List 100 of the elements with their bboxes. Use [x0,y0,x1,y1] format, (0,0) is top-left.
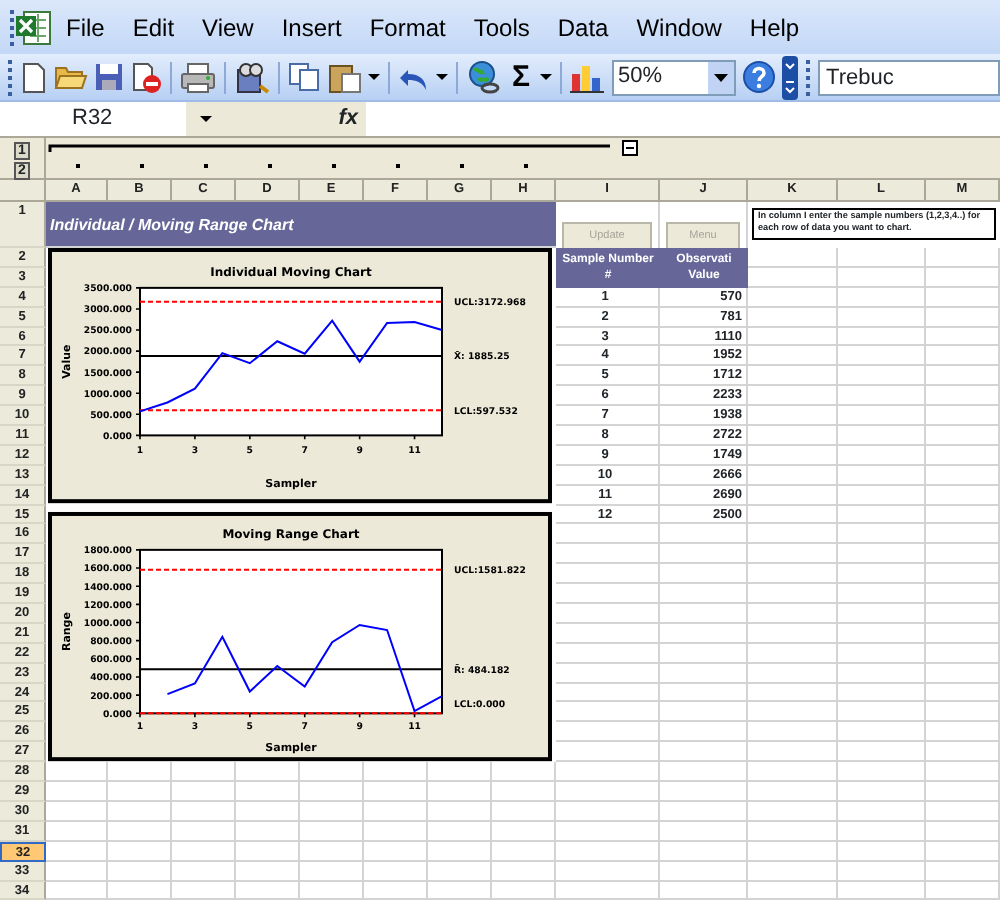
table-cell[interactable] [300,782,364,802]
font-dropdown[interactable]: Trebuc [818,59,1000,95]
table-cell[interactable] [838,683,926,703]
table-cell[interactable] [364,801,428,822]
table-cell[interactable] [172,801,236,822]
table-cell[interactable] [660,801,748,822]
table-cell[interactable] [748,426,838,446]
table-cell[interactable] [364,881,428,900]
table-cell[interactable] [300,881,364,900]
table-cell[interactable] [236,782,300,802]
table-cell[interactable] [748,683,838,703]
table-cell[interactable] [748,584,838,605]
caret-icon[interactable] [368,74,380,80]
save-icon[interactable] [94,62,124,92]
table-cell[interactable] [660,881,748,900]
table-cell[interactable] [748,287,838,308]
globe-link-icon[interactable] [466,60,502,94]
book-search-icon[interactable] [234,61,270,93]
table-cell[interactable] [926,702,1000,723]
table-cell[interactable] [838,821,926,842]
table-cell[interactable] [660,544,748,565]
table-cell[interactable] [748,406,838,427]
table-cell[interactable] [838,643,926,664]
name-box[interactable]: R32 [0,102,186,136]
bar-chart-icon[interactable] [570,61,607,93]
table-cell[interactable] [556,742,660,763]
caret-icon[interactable] [708,61,735,93]
print-icon[interactable] [180,61,216,93]
table-cell[interactable] [556,663,660,684]
table-cell[interactable] [660,742,748,763]
table-cell[interactable] [556,841,660,862]
table-cell[interactable] [748,267,838,288]
table-cell[interactable] [926,426,1000,446]
table-cell[interactable] [236,801,300,822]
table-cell[interactable] [748,881,838,900]
table-cell[interactable] [926,465,1000,486]
table-cell[interactable] [428,881,492,900]
caret-icon[interactable] [540,74,553,80]
table-cell[interactable] [926,604,1000,624]
table-cell[interactable] [838,861,926,881]
table-cell[interactable] [492,821,556,842]
table-cell[interactable] [926,821,1000,842]
table-cell[interactable] [748,544,838,565]
menu-item[interactable]: Window [622,7,736,47]
table-cell[interactable] [838,485,926,506]
table-cell[interactable] [492,841,556,862]
table-cell[interactable] [236,762,300,783]
function-button[interactable]: fx [226,102,366,136]
table-cell[interactable] [300,861,364,881]
document-block-icon[interactable] [130,61,162,93]
table-cell[interactable] [926,643,1000,664]
table-cell[interactable] [838,762,926,783]
toolbar-grip-icon[interactable] [804,57,813,97]
table-cell[interactable] [748,386,838,407]
table-cell[interactable] [838,248,926,268]
table-cell[interactable] [236,821,300,842]
table-cell[interactable] [556,782,660,802]
table-cell[interactable] [46,841,108,862]
table-cell[interactable] [748,643,838,664]
caret-icon[interactable] [436,74,448,80]
table-cell[interactable] [926,267,1000,288]
table-cell[interactable] [660,584,748,605]
table-cell[interactable] [364,841,428,862]
table-cell[interactable] [428,762,492,783]
table-cell[interactable] [660,782,748,802]
table-cell[interactable] [926,327,1000,347]
table-cell[interactable] [172,762,236,783]
table-cell[interactable] [108,762,172,783]
table-cell[interactable] [926,663,1000,684]
table-cell[interactable] [108,821,172,842]
table-cell[interactable] [660,683,748,703]
table-cell[interactable] [556,524,660,545]
table-cell[interactable] [926,544,1000,565]
table-cell[interactable] [428,821,492,842]
table-cell[interactable] [660,702,748,723]
table-cell[interactable] [748,485,838,506]
menu-item[interactable]: File [52,7,119,47]
table-cell[interactable] [838,663,926,684]
table-cell[interactable] [364,782,428,802]
table-cell[interactable] [108,801,172,822]
table-cell[interactable] [748,465,838,486]
menu-item[interactable]: Tools [459,7,544,47]
table-cell[interactable] [926,782,1000,802]
table-cell[interactable] [236,861,300,881]
table-cell[interactable] [748,604,838,624]
table-cell[interactable] [748,702,838,723]
table-cell[interactable] [838,881,926,900]
table-cell[interactable] [556,702,660,723]
table-cell[interactable] [926,248,1000,268]
table-cell[interactable] [556,584,660,605]
formula-field[interactable] [366,102,1000,136]
table-cell[interactable] [556,604,660,624]
autosum-button[interactable]: Σ [508,59,535,95]
table-cell[interactable] [108,861,172,881]
table-cell[interactable] [660,643,748,664]
table-cell[interactable] [236,841,300,862]
menu-item[interactable]: Data [543,7,623,47]
table-cell[interactable] [172,861,236,881]
table-cell[interactable] [748,861,838,881]
table-cell[interactable] [748,782,838,802]
